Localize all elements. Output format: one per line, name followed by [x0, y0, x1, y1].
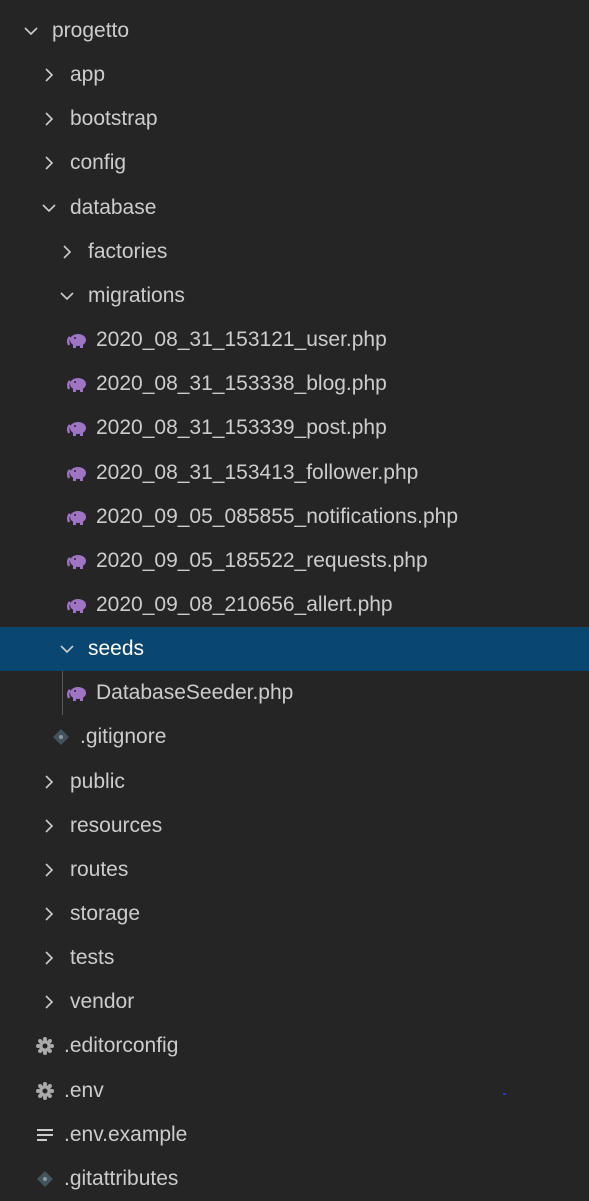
- chevron-right-icon: [40, 903, 58, 925]
- chevron-down-icon: [22, 20, 40, 42]
- item-label: .env: [64, 1078, 104, 1102]
- file-item-databaseseeder-php[interactable]: DatabaseSeeder.php: [0, 671, 589, 715]
- chevron-down-icon: [40, 197, 58, 219]
- git-diamond-icon: [50, 726, 72, 748]
- chevron-right-icon: [40, 152, 58, 174]
- chevron-right-icon: [40, 859, 58, 881]
- indent-guide: [62, 671, 63, 716]
- php-elephant-icon: [66, 506, 88, 528]
- file-item-2020-09-05-085855-notifications-php[interactable]: 2020_09_05_085855_notifications.php: [0, 495, 589, 539]
- folder-item-vendor[interactable]: vendor: [0, 980, 589, 1024]
- gear-icon: [34, 1035, 56, 1057]
- item-label: DatabaseSeeder.php: [96, 681, 294, 705]
- item-label: 2020_08_31_153413_follower.php: [96, 460, 419, 484]
- item-label: storage: [70, 902, 141, 925]
- item-label: factories: [88, 239, 168, 263]
- item-label: .gitattributes: [64, 1166, 179, 1190]
- item-label: 2020_09_08_210656_allert.php: [96, 592, 393, 616]
- item-label: public: [70, 769, 125, 793]
- file-item-2020-08-31-153339-post-php[interactable]: 2020_08_31_153339_post.php: [0, 406, 589, 450]
- item-label: 2020_08_31_153338_blog.php: [96, 372, 387, 396]
- php-elephant-icon: [66, 417, 88, 439]
- item-label: .env.example: [64, 1122, 188, 1146]
- folder-item-tests[interactable]: tests: [0, 936, 589, 980]
- folder-item-database[interactable]: database: [0, 186, 589, 230]
- file-item-gitattributes[interactable]: .gitattributes: [0, 1157, 589, 1201]
- folder-item-resources[interactable]: resources: [0, 804, 589, 848]
- file-item-env[interactable]: .env: [0, 1069, 589, 1113]
- item-label: seeds: [88, 637, 145, 661]
- item-label: .gitignore: [80, 725, 167, 749]
- file-item-2020-09-08-210656-allert-php[interactable]: 2020_09_08_210656_allert.php: [0, 583, 589, 627]
- item-label: bootstrap: [70, 107, 158, 131]
- file-item-2020-08-31-153121-user-php[interactable]: 2020_08_31_153121_user.php: [0, 318, 589, 362]
- file-item-2020-09-05-185522-requests-php[interactable]: 2020_09_05_185522_requests.php: [0, 539, 589, 583]
- item-label: 2020_08_31_153339_post.php: [96, 416, 387, 440]
- folder-item-migrations[interactable]: migrations: [0, 274, 589, 318]
- file-item-2020-08-31-153413-follower-php[interactable]: 2020_08_31_153413_follower.php: [0, 451, 589, 495]
- php-elephant-icon: [66, 594, 88, 616]
- chevron-right-icon: [40, 815, 58, 837]
- folder-item-factories[interactable]: factories: [0, 230, 589, 274]
- chevron-right-icon: [40, 771, 58, 793]
- folder-item-storage[interactable]: storage: [0, 892, 589, 936]
- folder-item-routes[interactable]: routes: [0, 848, 589, 892]
- file-item-editorconfig[interactable]: .editorconfig: [0, 1024, 589, 1068]
- text-lines-icon: [34, 1124, 56, 1146]
- folder-item-app[interactable]: app: [0, 53, 589, 97]
- php-elephant-icon: [66, 550, 88, 572]
- chevron-down-icon: [58, 638, 76, 660]
- item-label: vendor: [70, 990, 135, 1014]
- item-label: 2020_08_31_153121_user.php: [96, 328, 387, 352]
- php-elephant-icon: [66, 373, 88, 395]
- folder-item-progetto[interactable]: progetto: [0, 9, 589, 53]
- chevron-down-icon: [58, 285, 76, 307]
- stray-dot: [503, 1092, 506, 1095]
- item-label: progetto: [52, 19, 130, 42]
- folder-item-public[interactable]: public: [0, 760, 589, 804]
- chevron-right-icon: [40, 64, 58, 86]
- item-label: 2020_09_05_085855_notifications.php: [96, 504, 458, 528]
- file-explorer-tree: progetto app bootstrap config database factor…: [0, 0, 589, 1195]
- chevron-right-icon: [58, 241, 76, 263]
- chevron-right-icon: [40, 991, 58, 1013]
- item-label: app: [70, 63, 106, 87]
- chevron-right-icon: [40, 947, 58, 969]
- item-label: .editorconfig: [64, 1034, 179, 1058]
- item-label: migrations: [88, 283, 185, 307]
- chevron-right-icon: [40, 108, 58, 130]
- folder-item-seeds[interactable]: seeds: [0, 627, 589, 672]
- file-item-2020-08-31-153338-blog-php[interactable]: 2020_08_31_153338_blog.php: [0, 362, 589, 406]
- file-item-gitignore[interactable]: .gitignore: [0, 715, 589, 759]
- item-label: tests: [70, 946, 115, 970]
- item-label: 2020_09_05_185522_requests.php: [96, 548, 428, 572]
- item-label: routes: [70, 857, 129, 881]
- file-item-env-example[interactable]: .env.example: [0, 1113, 589, 1157]
- git-diamond-icon: [34, 1168, 56, 1190]
- php-elephant-icon: [66, 329, 88, 351]
- folder-item-bootstrap[interactable]: bootstrap: [0, 97, 589, 141]
- item-label: config: [70, 151, 127, 175]
- php-elephant-icon: [66, 462, 88, 484]
- php-elephant-icon: [66, 682, 88, 704]
- item-label: resources: [70, 813, 163, 837]
- folder-item-config[interactable]: config: [0, 141, 589, 185]
- item-label: database: [70, 195, 157, 219]
- gear-icon: [34, 1080, 56, 1102]
